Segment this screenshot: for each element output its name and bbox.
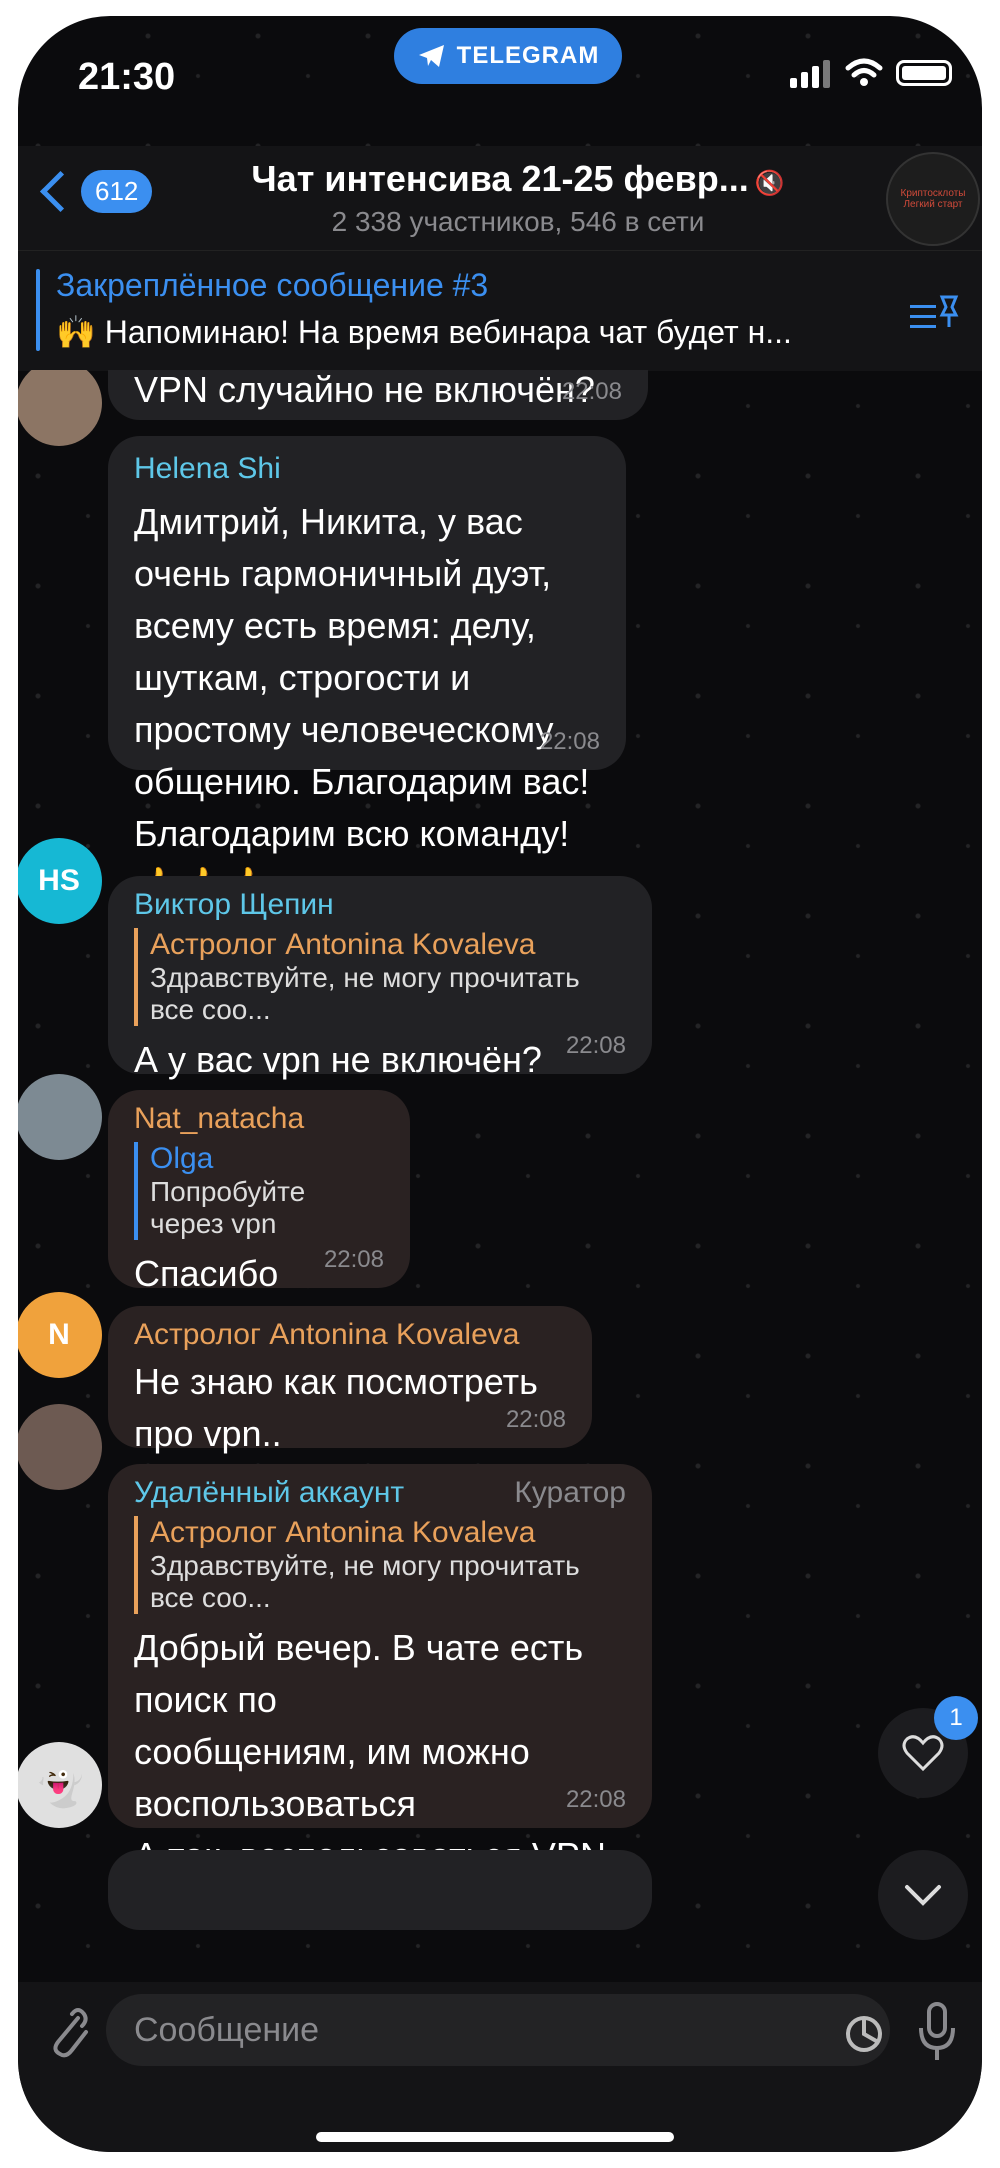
pinned-indicator: [36, 269, 40, 351]
message-input-placeholder: Сообщение: [134, 2010, 320, 2049]
message-text: А у вас vpn не включён?: [134, 1039, 542, 1080]
chat-header: 612 Чат интенсива 21-25 февр... 🔇 2 338 у…: [18, 146, 982, 250]
chat-avatar-text: Криптосклоты Легкий старт: [900, 188, 966, 210]
message-author[interactable]: Удалённый аккаунт Куратор: [134, 1476, 626, 1510]
reply-preview[interactable]: Астролог Antonina Kovaleva Здравствуйте,…: [134, 1516, 626, 1614]
message-time: 22:08: [539, 728, 600, 755]
avatar[interactable]: 👻: [18, 1742, 102, 1828]
chat-subtitle: 2 338 участников, 546 в сети: [331, 206, 705, 237]
message-bubble[interactable]: Helena Shi Дмитрий, Никита, у вас очень …: [108, 436, 626, 969]
pinned-title: Закреплённое сообщение #3: [56, 267, 489, 303]
message-time: 22:08: [565, 1032, 626, 1059]
message-text: Не знаю как посмотреть про vpn..: [134, 1361, 538, 1454]
message-bubble[interactable]: Nat_natacha Olga Попробуйте через vpn Сп…: [108, 1090, 410, 1294]
message-time: 22:08: [505, 1406, 566, 1433]
message-text: Дмитрий, Никита, у вас очень гармоничный…: [134, 501, 590, 906]
reply-preview[interactable]: Olga Попробуйте через vpn: [134, 1142, 384, 1240]
avatar-initials: N: [48, 1318, 70, 1351]
ghost-icon: 👻: [34, 1763, 84, 1808]
pinned-text: 🙌 Напоминаю! На время вебинара чат будет…: [56, 314, 792, 350]
message-list[interactable]: VPN случайно не включён? 22:08 Helena Sh…: [18, 370, 982, 1980]
reply-text: Здравствуйте, не могу прочитать все соо.…: [150, 1550, 580, 1613]
avatar[interactable]: HS: [18, 838, 102, 924]
message-text-line: сообщениям, им можно: [134, 1731, 530, 1772]
status-time: 21:30: [78, 56, 176, 98]
avatar[interactable]: [18, 1074, 102, 1160]
message-bubble[interactable]: Виктор Щепин Астролог Antonina Kovaleva …: [108, 876, 652, 1080]
reply-author: Астролог Antonina Kovaleva: [150, 1516, 536, 1549]
back-chevron-icon: [39, 170, 82, 213]
message-bubble[interactable]: Удалённый аккаунт Куратор Астролог Anton…: [108, 1464, 652, 1876]
back-button[interactable]: 612: [36, 170, 153, 213]
reply-author: Астролог Antonina Kovaleva: [150, 928, 536, 961]
message-text-line: воспользоваться: [134, 1783, 417, 1824]
mute-icon: 🔇: [754, 170, 785, 197]
unread-count-badge: 612: [81, 170, 153, 213]
message-bubble-partial[interactable]: [108, 1850, 652, 1930]
role-label: Куратор: [514, 1476, 626, 1509]
battery-icon: [896, 60, 952, 86]
message-bubble[interactable]: VPN случайно не включён? 22:08: [108, 370, 648, 420]
message-author-name: Удалённый аккаунт: [134, 1476, 405, 1509]
mic-icon[interactable]: [916, 2000, 958, 2066]
return-to-app-pill[interactable]: TELEGRAM: [394, 28, 622, 84]
message-time: 22:08: [565, 1786, 626, 1813]
cellular-signal-icon: [790, 60, 830, 88]
pinned-message-bar[interactable]: Закреплённое сообщение #3 🙌 Напоминаю! Н…: [18, 250, 982, 371]
sticker-icon[interactable]: [844, 2014, 884, 2054]
message-time: 22:08: [561, 378, 622, 405]
app-pill-label: TELEGRAM: [456, 42, 600, 69]
chat-title-text: Чат интенсива 21-25 февр...: [251, 158, 749, 199]
home-indicator[interactable]: [316, 2132, 674, 2142]
message-author[interactable]: Виктор Щепин: [134, 888, 626, 922]
message-author[interactable]: Nat_natacha: [134, 1102, 384, 1136]
wifi-icon: [845, 58, 883, 86]
message-text: VPN случайно не включён?: [134, 370, 595, 410]
reply-text: Здравствуйте, не могу прочитать все соо.…: [150, 962, 580, 1025]
pinned-list-icon[interactable]: [906, 291, 962, 331]
attach-icon[interactable]: [44, 2004, 90, 2060]
input-bar: Сообщение: [18, 1982, 982, 2152]
chat-avatar[interactable]: Криптосклоты Легкий старт: [886, 152, 980, 246]
status-bar: 21:30 TELEGRAM: [18, 16, 982, 146]
avatar[interactable]: [18, 370, 102, 446]
avatar[interactable]: N: [18, 1292, 102, 1378]
avatar-initials: HS: [38, 864, 80, 897]
chevron-down-icon: [905, 1885, 941, 1906]
message-time: 22:08: [323, 1246, 384, 1273]
message-input[interactable]: Сообщение: [106, 1994, 890, 2066]
chat-title[interactable]: Чат интенсива 21-25 февр... 🔇: [218, 158, 818, 200]
heart-icon: [902, 1735, 944, 1772]
reply-text: Попробуйте через vpn: [150, 1176, 306, 1239]
telegram-plane-icon: [418, 45, 444, 67]
phone-screen: 21:30 TELEGRAM 612 Чат интенсива 21-25 ф…: [18, 16, 982, 2152]
reactions-badge: 1: [934, 1696, 978, 1740]
scroll-down-button[interactable]: [878, 1850, 968, 1940]
message-author[interactable]: Астролог Antonina Kovaleva: [134, 1318, 566, 1352]
reply-preview[interactable]: Астролог Antonina Kovaleva Здравствуйте,…: [134, 928, 626, 1026]
reply-author: Olga: [150, 1142, 214, 1175]
message-bubble[interactable]: Астролог Antonina Kovaleva Не знаю как п…: [108, 1306, 592, 1454]
message-text-line: Добрый вечер. В чате есть поиск по: [134, 1627, 584, 1720]
message-author[interactable]: Helena Shi: [134, 452, 600, 486]
avatar[interactable]: [18, 1404, 102, 1490]
